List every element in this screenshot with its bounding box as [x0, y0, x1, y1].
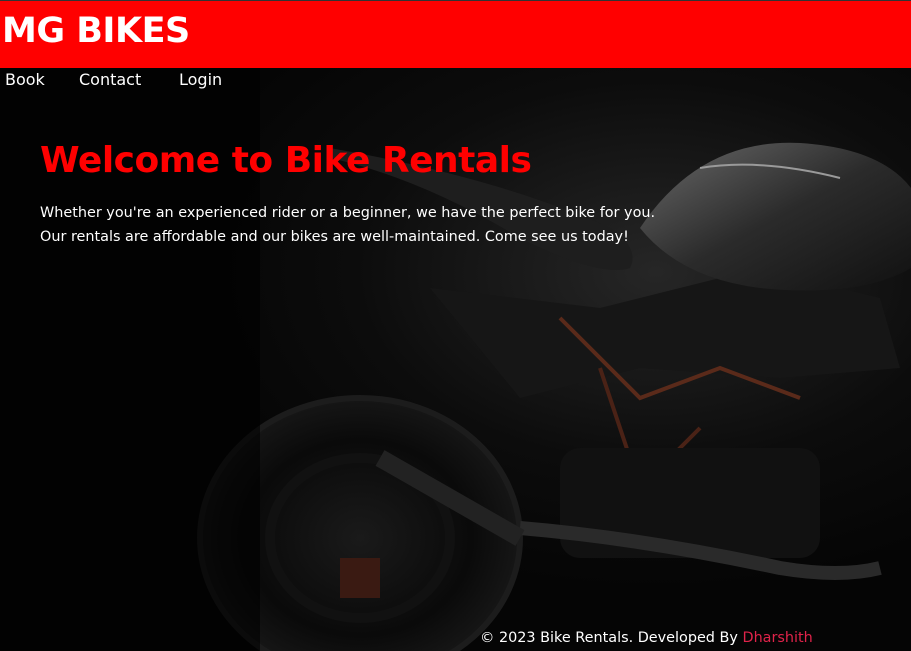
page: MG BIKES Book Contact Login Welcome to B…	[0, 0, 911, 651]
main-nav: Book Contact Login	[0, 68, 911, 96]
hero-description-line-2: Our rentals are affordable and our bikes…	[40, 229, 629, 245]
hero-title: Welcome to Bike Rentals	[40, 140, 532, 181]
nav-link-login[interactable]: Login	[179, 72, 222, 88]
site-footer: © 2023 Bike Rentals. Developed By Dharsh…	[480, 629, 813, 647]
nav-link-book[interactable]: Book	[5, 72, 45, 88]
hero-description: Whether you're an experienced rider or a…	[40, 201, 740, 249]
nav-link-contact[interactable]: Contact	[79, 72, 141, 88]
brand-logo-text[interactable]: MG BIKES	[2, 14, 190, 49]
footer-copyright-text: © 2023 Bike Rentals. Developed By	[480, 630, 743, 646]
hero-description-line-1: Whether you're an experienced rider or a…	[40, 205, 656, 221]
footer-developer-name: Dharshith	[742, 630, 813, 646]
site-header: MG BIKES	[0, 0, 911, 68]
